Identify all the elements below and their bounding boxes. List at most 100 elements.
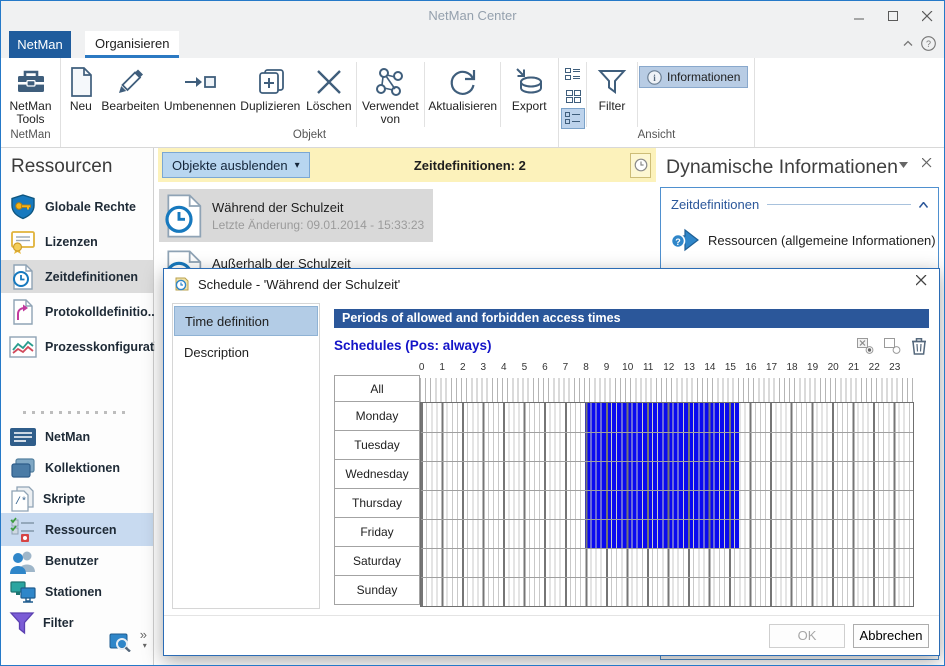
export-button[interactable]: Export xyxy=(502,60,556,129)
sidebar-item-benutzer[interactable]: Benutzer xyxy=(1,544,153,577)
dialog-nav-description[interactable]: Description xyxy=(174,337,318,367)
panel-close-icon[interactable] xyxy=(922,158,932,168)
sidebar-item-zeitdefinitionen[interactable]: Zeitdefinitionen xyxy=(1,260,153,293)
all-row-ticks[interactable] xyxy=(420,378,914,402)
loeschen-button[interactable]: Löschen xyxy=(303,60,355,129)
view-list-icon xyxy=(565,112,581,125)
view-tiles-button[interactable] xyxy=(561,86,585,107)
new-document-icon xyxy=(68,64,94,100)
hour-label: 19 xyxy=(807,362,818,373)
hour-label: 12 xyxy=(663,362,674,373)
allowed-time-block[interactable] xyxy=(585,520,739,548)
group-label-netman: NetMan xyxy=(1,129,60,147)
dialog-nav-time-definition[interactable]: Time definition xyxy=(174,306,318,336)
trash-icon[interactable] xyxy=(911,337,927,355)
panel-menu-icon[interactable] xyxy=(899,162,908,168)
sidebar-divider xyxy=(23,411,131,414)
sidebar-item-globale-rechte[interactable]: Globale Rechte xyxy=(1,190,153,223)
netman-tools-button[interactable]: NetMan Tools xyxy=(3,60,58,129)
funnel-icon xyxy=(597,64,627,100)
cancel-button[interactable]: Abbrechen xyxy=(853,624,929,648)
hour-label: 17 xyxy=(766,362,777,373)
day-label-monday: Monday xyxy=(334,401,420,431)
hour-label: 23 xyxy=(889,362,900,373)
sidebar-item-label: Ressourcen xyxy=(45,523,117,537)
schedules-label: Schedules (Pos: always) xyxy=(334,338,492,353)
collapse-ribbon-icon[interactable] xyxy=(903,40,913,47)
tab-netman[interactable]: NetMan xyxy=(9,31,71,58)
forbidden-mode-icon[interactable] xyxy=(857,338,874,354)
arrow-question-icon: ? xyxy=(669,228,699,252)
chart-icon xyxy=(9,335,37,359)
ribbon-group-netman: NetMan Tools NetMan xyxy=(1,58,61,147)
allowed-mode-icon[interactable] xyxy=(884,338,901,354)
verwendet-von-button[interactable]: Verwendet von xyxy=(358,60,423,129)
schedule-row-friday[interactable] xyxy=(421,519,913,548)
hour-label: 0 xyxy=(419,362,425,373)
allowed-time-block[interactable] xyxy=(585,462,739,490)
day-label-tuesday: Tuesday xyxy=(334,430,420,460)
hour-label: 11 xyxy=(643,362,653,373)
ok-button[interactable]: OK xyxy=(769,624,845,648)
sidebar-item-protokolldefinitio-[interactable]: Protokolldefinitio... xyxy=(1,295,153,328)
schedule-row-monday[interactable] xyxy=(421,403,913,432)
clock-badge-icon[interactable] xyxy=(630,153,651,178)
sidebar-item-prozesskonfigurati-[interactable]: Prozesskonfigurati... xyxy=(1,330,153,363)
umbenennen-button[interactable]: Umbenennen xyxy=(162,60,237,129)
schedule-row-sunday[interactable] xyxy=(421,577,913,606)
close-button[interactable] xyxy=(910,1,944,31)
rename-icon xyxy=(183,64,217,100)
bearbeiten-button[interactable]: Bearbeiten xyxy=(99,60,162,129)
object-subtitle: Letzte Änderung: 09.01.2014 - 15:33:23 xyxy=(212,218,424,232)
sidebar-item-label: Stationen xyxy=(45,585,102,599)
sidebar-item-label: Protokolldefinitio... xyxy=(45,305,158,319)
schedule-grid[interactable]: 01234567891011121314151617181920212223 A… xyxy=(334,362,929,607)
info-link-ressourcen[interactable]: ? Ressourcen (allgemeine Informationen) xyxy=(669,228,938,252)
maximize-button[interactable] xyxy=(876,1,910,31)
expand-chevrons-icon[interactable]: »▾ xyxy=(140,627,147,657)
schedule-row-thursday[interactable] xyxy=(421,490,913,519)
minimize-button[interactable] xyxy=(842,1,876,31)
schedule-row-saturday[interactable] xyxy=(421,548,913,577)
help-icon[interactable]: ? xyxy=(921,36,936,51)
duplicate-icon xyxy=(254,64,286,100)
schedule-row-wednesday[interactable] xyxy=(421,461,913,490)
dialog-footer: OK Abbrechen xyxy=(164,615,939,655)
sidebar: Ressourcen Globale RechteLizenzenZeitdef… xyxy=(1,148,154,665)
sidebar-item-ressourcen[interactable]: Ressourcen xyxy=(1,513,153,546)
schedule-row-tuesday[interactable] xyxy=(421,432,913,461)
day-label-thursday: Thursday xyxy=(334,488,420,518)
view-details-button[interactable] xyxy=(561,64,585,85)
sidebar-item-kollektionen[interactable]: Kollektionen xyxy=(1,451,153,484)
app-window: NetMan Center NetMan Organisieren ? NetM… xyxy=(0,0,945,666)
sidebar-item-stationen[interactable]: Stationen xyxy=(1,575,153,608)
doc-arrow-icon xyxy=(9,298,37,326)
hour-label: 16 xyxy=(745,362,756,373)
svg-text:?: ? xyxy=(926,39,931,49)
neu-button[interactable]: Neu xyxy=(63,60,99,129)
search-screen-icon[interactable] xyxy=(109,632,131,652)
stations-icon xyxy=(9,579,37,605)
info-panel-title: Dynamische Informationen xyxy=(666,156,898,179)
filter-button[interactable]: Filter xyxy=(588,60,636,129)
view-list-button[interactable] xyxy=(561,108,585,129)
duplizieren-button[interactable]: Duplizieren xyxy=(238,60,303,129)
sidebar-item-skripte[interactable]: /*Skripte xyxy=(1,482,153,515)
allowed-time-block[interactable] xyxy=(585,433,739,461)
dialog-close-icon[interactable] xyxy=(916,275,927,286)
collapse-section-icon[interactable] xyxy=(919,202,928,208)
object-tile[interactable]: Während der SchulzeitLetzte Änderung: 09… xyxy=(159,189,433,242)
refresh-icon xyxy=(447,64,479,100)
tab-organisieren[interactable]: Organisieren xyxy=(85,31,179,58)
sidebar-item-label: Kollektionen xyxy=(45,461,120,475)
dialog-main: Periods of allowed and forbidden access … xyxy=(334,309,929,609)
hide-objects-button[interactable]: Objekte ausblenden ▾ xyxy=(162,152,310,178)
aktualisieren-button[interactable]: Aktualisieren xyxy=(426,60,499,129)
allowed-time-block[interactable] xyxy=(585,403,739,432)
chevron-down-icon: ▾ xyxy=(295,160,300,171)
allowed-time-block[interactable] xyxy=(585,491,739,519)
hour-label: 6 xyxy=(542,362,548,373)
sidebar-item-lizenzen[interactable]: Lizenzen xyxy=(1,225,153,258)
sidebar-item-netman[interactable]: NetMan xyxy=(1,420,153,453)
informationen-toggle[interactable]: i Informationen xyxy=(639,66,748,88)
